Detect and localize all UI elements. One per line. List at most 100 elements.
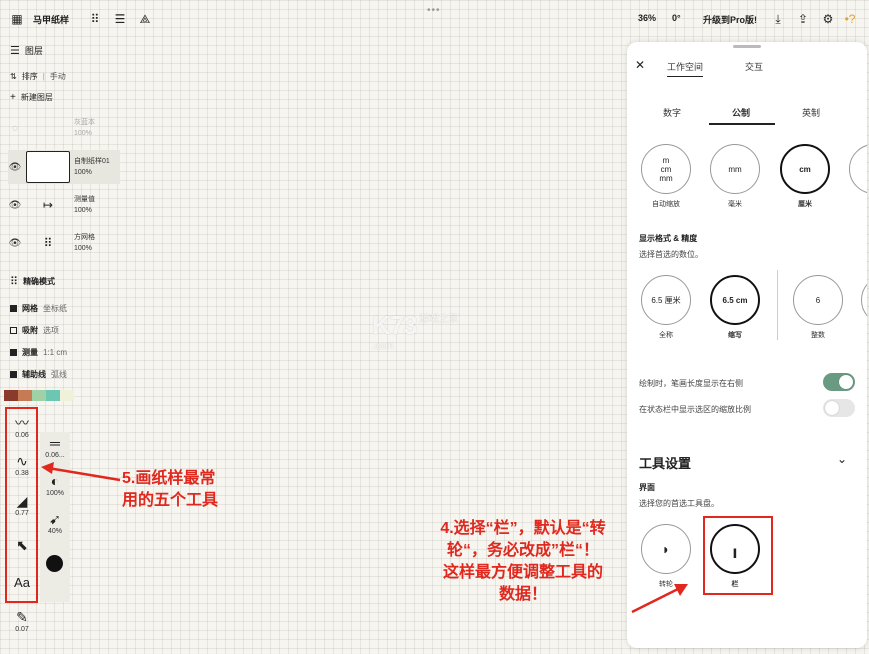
close-icon[interactable]: ✕ xyxy=(635,58,645,72)
layer-row-selected[interactable]: 👁 自制纸样01 100% xyxy=(8,150,120,184)
upgrade-pro-button[interactable]: 升级到Pro版! xyxy=(703,13,757,26)
color-swatches xyxy=(4,390,74,401)
annotation-text-left: 5.画纸样最常 用的五个工具 xyxy=(122,470,219,509)
annotation-text-right: 4.选择“栏”，默认是“转 轮“，务必改成”栏“！ 这样最方便调整工具的 数据！ xyxy=(440,520,606,603)
grid-thumbnail-icon: ⠿ xyxy=(43,236,53,250)
interface-title: 界面 xyxy=(639,483,655,492)
checkbox[interactable] xyxy=(10,371,17,378)
format-caption: 整数 xyxy=(811,332,825,339)
toggle-label: 在状态栏中显示选区的缩放比例 xyxy=(639,405,751,414)
color-swatch[interactable] xyxy=(4,390,18,401)
unit-tab-metric[interactable]: 公制 xyxy=(732,106,750,119)
layer-thumbnail xyxy=(26,151,70,183)
format-caption: 缩写 xyxy=(728,332,742,339)
precision-icon: ⠿ xyxy=(10,276,19,288)
color-swatch[interactable] xyxy=(32,390,46,401)
new-layer-label: 新建图层 xyxy=(20,93,53,102)
tab-workspace[interactable]: 工作空间 xyxy=(667,60,704,77)
gallery-grid-icon[interactable]: ▦ xyxy=(9,11,25,27)
stroke-length-toggle[interactable] xyxy=(823,373,855,391)
zoom-level[interactable]: 36% xyxy=(638,13,656,23)
annotation-arrow-left xyxy=(41,462,121,482)
rotation-angle[interactable]: 0° xyxy=(672,13,681,23)
brush-preview-tool[interactable]: ✎ 0.07 xyxy=(7,608,37,633)
checkbox[interactable] xyxy=(10,305,17,312)
sort-icon: ⇅ xyxy=(10,72,17,81)
tab-interaction[interactable]: 交互 xyxy=(745,60,763,73)
panel-drag-handle[interactable] xyxy=(733,45,761,48)
import-icon[interactable]: ⤓ xyxy=(770,11,786,27)
layer-meta: 方网格 100% xyxy=(74,234,95,252)
divider xyxy=(777,270,778,340)
precision-value: 坐标纸 xyxy=(43,304,67,313)
color-swatch[interactable] xyxy=(18,390,32,401)
layer-row[interactable]: 👁 ⠿ 方网格 100% xyxy=(8,226,120,260)
unit-tab-number[interactable]: 数字 xyxy=(663,106,681,119)
shapes-icon[interactable]: ⟁ xyxy=(137,11,153,27)
eye-icon[interactable]: 👁 xyxy=(8,238,22,249)
precision-value: 1:1 cm xyxy=(43,348,68,357)
sort-row[interactable]: ⇅ 排序 | 手动 xyxy=(10,71,66,82)
precision-header[interactable]: ⠿ 精确模式 xyxy=(10,275,55,288)
eye-icon[interactable]: 👁 xyxy=(8,162,22,173)
unit-option-mm[interactable]: mm xyxy=(710,144,760,194)
wheel-icon: ◗ xyxy=(661,540,671,557)
layers-icon: ☰ xyxy=(10,45,20,57)
new-layer-button[interactable]: + 新建图层 xyxy=(10,92,53,103)
unit-option-auto[interactable]: m cm mm xyxy=(641,144,691,194)
layer-row[interactable]: ◌ 灰蓝本 100% xyxy=(8,111,120,145)
color-picker-button[interactable] xyxy=(46,555,63,572)
toolbox-option-wheel[interactable]: ◗ xyxy=(641,524,691,574)
chevron-down-icon[interactable]: ⌄ xyxy=(837,452,847,466)
precision-label: 网格 xyxy=(22,304,38,313)
format-option-integer[interactable]: 6 xyxy=(793,275,843,325)
selection-scale-toggle[interactable] xyxy=(823,399,855,417)
format-title: 显示格式 & 精度 xyxy=(639,234,698,243)
layer-thumbnail xyxy=(26,112,70,144)
format-option-partial[interactable] xyxy=(861,275,867,325)
precision-row-measure[interactable]: 测量 1:1 cm xyxy=(10,347,67,358)
format-caption: 全称 xyxy=(659,332,673,339)
precision-row-guides[interactable]: 辅助线 弧线 xyxy=(10,369,67,380)
layer-meta: 测量值 100% xyxy=(74,196,95,214)
precision-row-grid[interactable]: 网格 坐标纸 xyxy=(10,303,67,314)
checkbox[interactable] xyxy=(10,349,17,356)
precision-row-snap[interactable]: 吸附 选项 xyxy=(10,325,59,336)
measure-thumbnail-icon: ↦ xyxy=(42,198,54,212)
layer-row[interactable]: 👁 ↦ 测量值 100% xyxy=(8,188,120,222)
sort-label: 排序 xyxy=(21,72,38,81)
settings-gear-icon[interactable]: ⚙ xyxy=(820,11,836,27)
menu-icon[interactable]: ☰ xyxy=(112,11,128,27)
document-title[interactable]: 马甲纸样 xyxy=(33,13,69,26)
precision-title: 精确模式 xyxy=(23,277,56,286)
checkbox[interactable] xyxy=(10,327,17,334)
window-grip-icon[interactable]: ••• xyxy=(427,5,441,16)
format-option-full[interactable]: 6.5 厘米 xyxy=(641,275,691,325)
hidden-eye-icon[interactable]: ◌ xyxy=(8,123,22,134)
toggle-label: 绘制时，笔画长度显示在右侧 xyxy=(639,379,743,388)
unit-option-partial[interactable] xyxy=(849,144,867,194)
unit-caption: 厘米 xyxy=(798,201,812,208)
smoothing-control[interactable]: ➹ 40% xyxy=(40,510,70,535)
tool-settings-title: 工具设置 xyxy=(639,456,692,471)
unit-tab-imperial[interactable]: 英制 xyxy=(802,106,820,119)
share-icon[interactable]: ⇪ xyxy=(795,11,811,27)
k73-watermark-logo: K73 游戏之家 .com xyxy=(372,310,459,352)
layers-header[interactable]: ☰ 图层 xyxy=(10,44,43,57)
layer-meta: 灰蓝本 100% xyxy=(74,119,95,137)
eye-icon[interactable]: 👁 xyxy=(8,200,22,211)
layers-title: 图层 xyxy=(24,46,43,56)
color-swatch[interactable] xyxy=(46,390,60,401)
color-swatch[interactable] xyxy=(60,390,74,401)
tool-value: 0.07 xyxy=(15,626,29,633)
sort-mode: 手动 xyxy=(49,72,66,81)
help-icon[interactable]: •? xyxy=(842,11,858,27)
unit-caption: 自动缩放 xyxy=(652,201,680,208)
precision-label: 吸附 xyxy=(22,326,38,335)
format-option-short[interactable]: 6.5 cm xyxy=(710,275,760,325)
unit-option-cm[interactable]: cm xyxy=(780,144,830,194)
stroke-width-control[interactable]: ═ 0.06... xyxy=(40,434,70,459)
unit-tab-underline xyxy=(709,123,775,125)
dots-grid-icon[interactable]: ⠿ xyxy=(87,11,103,27)
annotation-arrow-right xyxy=(631,584,688,614)
